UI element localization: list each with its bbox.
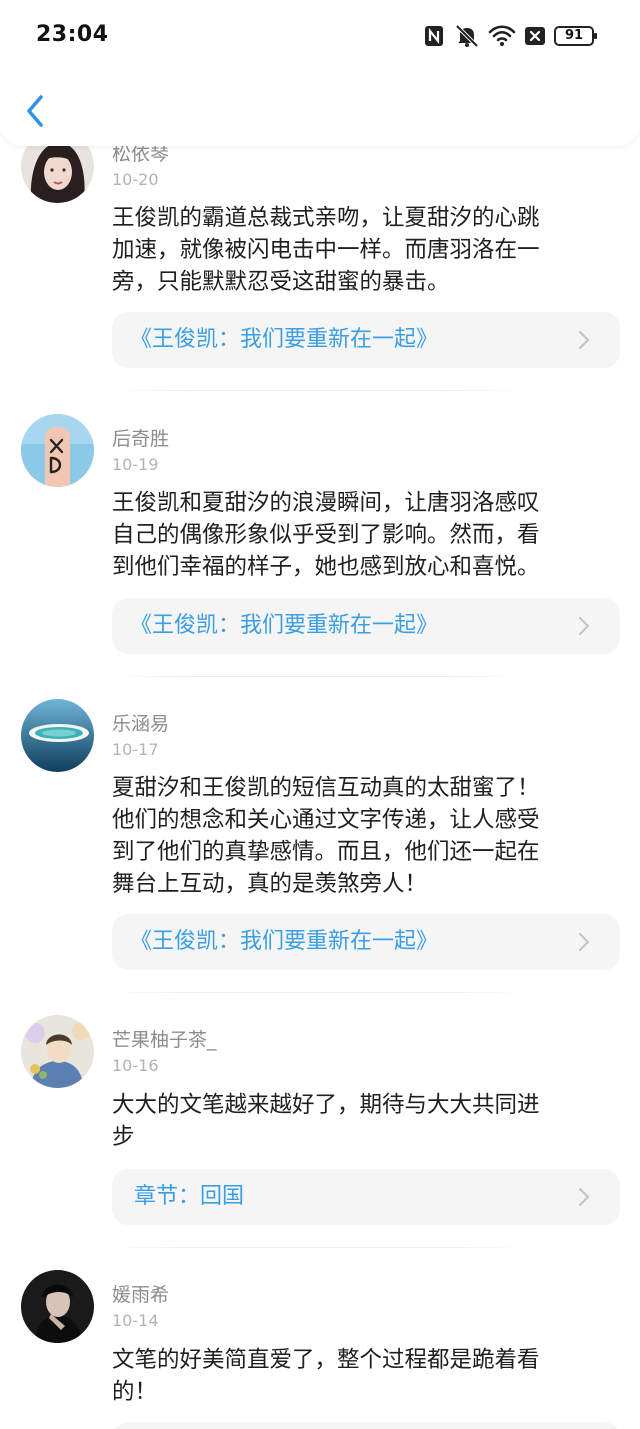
user-name[interactable]: 松依琴 bbox=[112, 143, 169, 165]
divider bbox=[112, 992, 522, 993]
chevron-right-icon bbox=[578, 330, 590, 350]
avatar[interactable] bbox=[21, 1270, 94, 1343]
chevron-right-icon bbox=[578, 1187, 590, 1207]
comment-line: 文笔的好美简直爱了，整个过程都是跪着看 bbox=[112, 1347, 540, 1373]
chapter-link-text: 《王俊凯：我们要重新在一起》 bbox=[130, 929, 439, 954]
comment-date: 10-17 bbox=[112, 740, 159, 759]
comment-line: 舞台上互动，真的是羡煞旁人！ bbox=[112, 871, 428, 897]
chapter-link-card[interactable]: 《王俊凯：我们要重新在一起》 bbox=[112, 312, 620, 368]
chapter-link-card[interactable]: 《王俊凯：我们要重新在一起》 bbox=[112, 598, 620, 654]
comment-text: 夏甜汐和王俊凯的短信互动真的太甜蜜了！ 他们的想念和关心通过文字传递，让人感受 … bbox=[112, 772, 612, 900]
divider bbox=[112, 1247, 522, 1248]
avatar[interactable] bbox=[21, 699, 94, 772]
comments-page: 松依琴 10-20 王俊凯的霸道总裁式亲吻，让夏甜汐的心跳 加速，就像被闪电击中… bbox=[0, 0, 640, 1429]
comment-line: 自己的偶像形象似乎受到了影响。然而，看 bbox=[112, 522, 540, 548]
chapter-link-card[interactable]: 《王俊凯：我们要重新在一起》 bbox=[112, 914, 620, 970]
user-name[interactable]: 乐涵易 bbox=[112, 713, 169, 735]
divider bbox=[112, 676, 522, 677]
user-name[interactable]: 后奇胜 bbox=[112, 428, 169, 450]
top-bar: 23:04 91 bbox=[0, 0, 640, 146]
mute-icon bbox=[455, 24, 479, 48]
close-box-icon bbox=[525, 27, 545, 45]
chapter-link-text: 章节：回国 bbox=[134, 1184, 245, 1209]
comment-date: 10-20 bbox=[112, 170, 159, 189]
comment-line: 王俊凯和夏甜汐的浪漫瞬间，让唐羽洛感叹 bbox=[112, 490, 540, 516]
chevron-right-icon bbox=[578, 616, 590, 636]
comment-line: 加速，就像被闪电击中一样。而唐羽洛在一 bbox=[112, 237, 540, 263]
comment-line: 步 bbox=[112, 1124, 135, 1150]
chapter-link-text: 《王俊凯：我们要重新在一起》 bbox=[130, 327, 439, 352]
chapter-link-text: 《王俊凯：我们要重新在一起》 bbox=[130, 613, 439, 638]
chevron-left-icon[interactable] bbox=[22, 92, 48, 130]
comment-line: 到了他们的真挚感情。而且，他们还一起在 bbox=[112, 839, 540, 865]
comment-line: 王俊凯的霸道总裁式亲吻，让夏甜汐的心跳 bbox=[112, 205, 540, 231]
avatar[interactable] bbox=[21, 414, 94, 487]
comment-text: 文笔的好美简直爱了，整个过程都是跪着看 的！ bbox=[112, 1344, 612, 1408]
user-name[interactable]: 媛雨希 bbox=[112, 1284, 169, 1306]
divider bbox=[112, 390, 522, 391]
comment-line: 大大的文笔越来越好了，期待与大大共同进 bbox=[112, 1092, 540, 1118]
avatar[interactable] bbox=[21, 1015, 94, 1088]
user-name[interactable]: 芒果柚子茶_ bbox=[112, 1029, 217, 1051]
comment-text: 大大的文笔越来越好了，期待与大大共同进 步 bbox=[112, 1089, 612, 1153]
chevron-right-icon bbox=[578, 932, 590, 952]
wifi-icon bbox=[488, 25, 516, 46]
status-icons: 91 bbox=[424, 24, 597, 50]
comment-date: 10-19 bbox=[112, 455, 159, 474]
nfc-icon bbox=[425, 26, 443, 46]
comment-line: 他们的想念和关心通过文字传递，让人感受 bbox=[112, 807, 540, 833]
comment-text: 王俊凯和夏甜汐的浪漫瞬间，让唐羽洛感叹 自己的偶像形象似乎受到了影响。然而，看 … bbox=[112, 487, 612, 583]
comment-line: 的！ bbox=[112, 1379, 158, 1405]
comment-line: 夏甜汐和王俊凯的短信互动真的太甜蜜了！ bbox=[112, 775, 540, 801]
chapter-link-card[interactable]: 章节：回国 bbox=[112, 1169, 620, 1225]
comment-line: 旁，只能默默忍受这甜蜜的暴击。 bbox=[112, 269, 450, 295]
comment-line: 到他们幸福的样子，她也感到放心和喜悦。 bbox=[112, 554, 540, 580]
battery-indicator: 91 bbox=[554, 26, 597, 46]
comment-text: 王俊凯的霸道总裁式亲吻，让夏甜汐的心跳 加速，就像被闪电击中一样。而唐羽洛在一 … bbox=[112, 202, 612, 298]
comment-date: 10-14 bbox=[112, 1311, 159, 1330]
chapter-link-card[interactable] bbox=[112, 1422, 620, 1429]
comment-date: 10-16 bbox=[112, 1056, 159, 1075]
status-time: 23:04 bbox=[36, 22, 109, 47]
